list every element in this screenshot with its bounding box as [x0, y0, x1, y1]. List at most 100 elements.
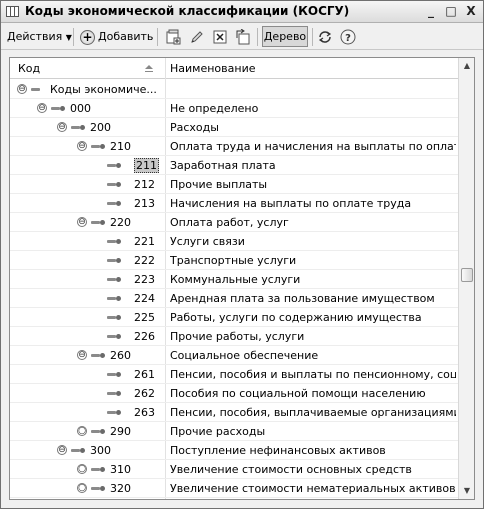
table-row[interactable]: ○ 320 Увеличение стоимости нематериальных … [10, 479, 458, 498]
row-name: Социальное обеспечение [170, 349, 319, 362]
table-row[interactable]: ⊖ 210 Оплата труда и начисления на выплаты… [10, 137, 458, 156]
expand-toggle-icon[interactable]: ○ [77, 483, 87, 493]
close-button[interactable]: X [463, 4, 479, 19]
table-row[interactable]: ○ 290 Прочие расходы [10, 422, 458, 441]
row-name: Транспортные услуги [170, 254, 297, 267]
minimize-button[interactable]: _ [423, 4, 439, 19]
refresh-icon[interactable] [317, 29, 333, 45]
table-row[interactable]: 224 Арендная плата за пользование имущест… [10, 289, 458, 308]
row-code: 200 [90, 118, 111, 137]
table-row[interactable]: 212 Прочие выплаты [10, 175, 458, 194]
row-name: Расходы [170, 121, 219, 134]
row-code: 320 [110, 479, 131, 498]
group-icon [91, 428, 105, 435]
element-icon [107, 257, 121, 264]
scroll-down-arrow-icon[interactable]: ▼ [459, 483, 474, 499]
row-name: Услуги связи [170, 235, 245, 248]
collapse-toggle-icon[interactable]: ⊖ [77, 141, 87, 151]
row-code: 222 [134, 251, 155, 270]
row-name: Заработная плата [170, 159, 276, 172]
maximize-button[interactable]: □ [443, 4, 459, 19]
row-name: Работы, услуги по содержанию имущества [170, 311, 422, 324]
title-bar[interactable]: Коды экономической классификации (КОСГУ)… [1, 1, 483, 23]
element-icon [107, 295, 121, 302]
add-button[interactable]: + Добавить [80, 27, 153, 47]
scroll-thumb[interactable] [461, 268, 473, 282]
add-folder-icon[interactable] [165, 29, 181, 45]
collapse-toggle-icon[interactable]: ⊖ [57, 122, 67, 132]
row-name: Пособия по социальной помощи населению [170, 387, 426, 400]
table-row[interactable]: ⊖ 200 Расходы [10, 118, 458, 137]
collapse-toggle-icon[interactable]: ⊖ [17, 84, 27, 94]
table-row[interactable]: ⊖ 300 Поступление нефинансовых активов [10, 441, 458, 460]
table-header: Код Наименование [10, 58, 458, 79]
row-name: Увеличение стоимости основных средств [170, 463, 412, 476]
table-row[interactable]: 221 Услуги связи [10, 232, 458, 251]
row-code-text: 260 [110, 349, 131, 362]
group-icon [51, 105, 65, 112]
row-name: Не определено [170, 102, 259, 115]
table-row[interactable]: ⊖ 260 Социальное обеспечение [10, 346, 458, 365]
collapse-toggle-icon[interactable]: ⊖ [37, 103, 47, 113]
table-row[interactable]: 222 Транспортные услуги [10, 251, 458, 270]
collapse-toggle-icon[interactable]: ⊖ [57, 445, 67, 455]
table-row[interactable]: 261 Пенсии, пособия и выплаты по пенсионн… [10, 365, 458, 384]
row-code-text: 212 [134, 178, 155, 191]
row-code: Коды экономиче... [50, 80, 157, 99]
row-name: Прочие выплаты [170, 178, 268, 191]
edit-icon[interactable] [189, 29, 205, 45]
row-code-text: 221 [134, 235, 155, 248]
element-icon [107, 371, 121, 378]
row-code-text: 300 [90, 444, 111, 457]
element-icon [107, 162, 121, 169]
row-code-text: 225 [134, 311, 155, 324]
group-icon [71, 447, 85, 454]
row-code: 213 [134, 194, 155, 213]
help-icon[interactable]: ? [340, 29, 356, 45]
codes-table[interactable]: Код Наименование ⊖ Коды экономиче... ⊖ 000 Н… [9, 57, 475, 500]
table-row[interactable]: ⊖ 220 Оплата работ, услуг [10, 213, 458, 232]
collapse-toggle-icon[interactable]: ⊖ [77, 350, 87, 360]
table-row[interactable]: 226 Прочие работы, услуги [10, 327, 458, 346]
move-to-group-icon[interactable] [235, 29, 251, 45]
row-code-text: 000 [70, 102, 91, 115]
row-code: 260 [110, 346, 131, 365]
tree-view-toggle[interactable]: Дерево [262, 26, 308, 47]
row-code-text: 220 [110, 216, 131, 229]
element-icon [107, 238, 121, 245]
table-row[interactable]: 223 Коммунальные услуги [10, 270, 458, 289]
group-icon [91, 485, 105, 492]
vertical-scrollbar[interactable]: ▲ ▼ [458, 58, 474, 499]
add-icon: + [80, 29, 95, 45]
column-name-label: Наименование [170, 62, 256, 75]
element-icon [107, 333, 121, 340]
table-row[interactable]: 262 Пособия по социальной помощи населени… [10, 384, 458, 403]
row-code: 223 [134, 270, 155, 289]
collapse-toggle-icon[interactable]: ⊖ [77, 217, 87, 227]
row-code: 225 [134, 308, 155, 327]
row-code-text: 210 [110, 140, 131, 153]
row-name: Пенсии, пособия и выплаты по пенсионному… [170, 368, 456, 381]
table-row[interactable]: ○ 310 Увеличение стоимости основных средст… [10, 460, 458, 479]
row-code-text: Коды экономиче... [50, 83, 157, 96]
table-row[interactable]: 225 Работы, услуги по содержанию имуществ… [10, 308, 458, 327]
table-row[interactable]: 211 Заработная плата [10, 156, 458, 175]
expand-toggle-icon[interactable]: ○ [77, 464, 87, 474]
element-icon [107, 409, 121, 416]
actions-menu[interactable]: Действия ▼ [7, 27, 72, 47]
row-code: 220 [110, 213, 131, 232]
row-code: 262 [134, 384, 155, 403]
table-row[interactable]: ⊖ 000 Не определено [10, 99, 458, 118]
expand-toggle-icon[interactable]: ○ [77, 426, 87, 436]
table-row[interactable]: 263 Пенсии, пособия, выплачиваемые органи… [10, 403, 458, 422]
row-name: Арендная плата за пользование имуществом [170, 292, 435, 305]
group-icon [91, 143, 105, 150]
table-row[interactable]: 213 Начисления на выплаты по оплате труда [10, 194, 458, 213]
table-row[interactable]: ⊖ Коды экономиче... [10, 80, 458, 99]
row-code: 221 [134, 232, 155, 251]
scroll-up-arrow-icon[interactable]: ▲ [459, 58, 474, 74]
column-header-name[interactable]: Наименование [162, 58, 452, 79]
delete-icon[interactable] [212, 29, 228, 45]
row-code-text: 224 [134, 292, 155, 305]
row-name: Прочие расходы [170, 425, 266, 438]
